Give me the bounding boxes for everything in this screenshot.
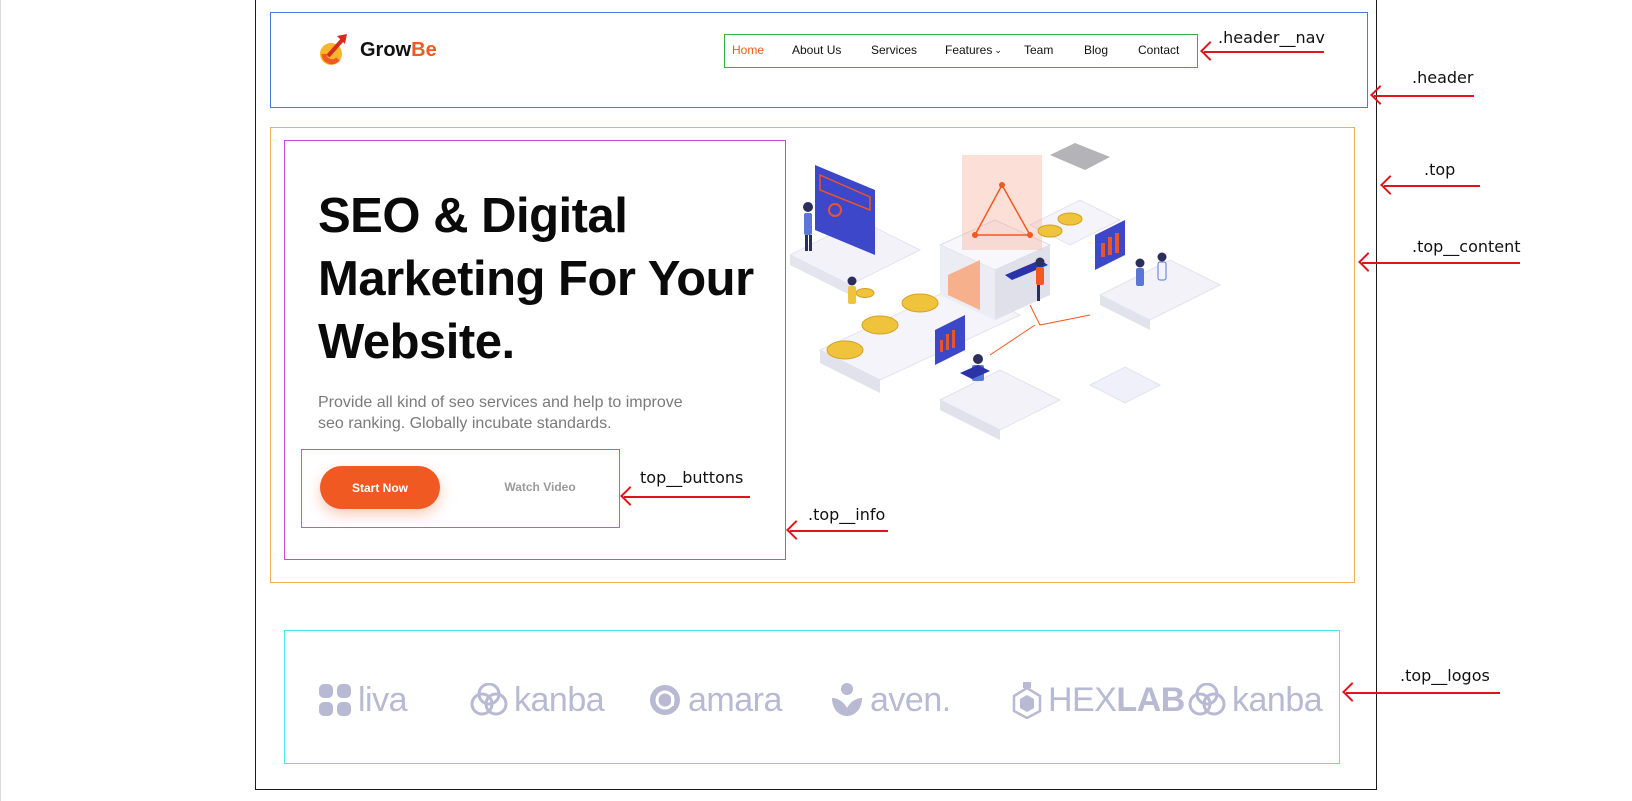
annotation-arrow-top-info	[790, 530, 888, 532]
partner-name: kanba	[1232, 680, 1323, 719]
annotation-top-buttons: top__buttons	[640, 468, 744, 487]
hexlab-logo-icon	[1012, 682, 1042, 719]
partner-amara: amara	[648, 680, 782, 720]
partner-name: liva	[358, 680, 408, 719]
hero-description-line: seo ranking. Globally incubate standards…	[318, 415, 612, 432]
aven-logo-icon	[832, 683, 862, 716]
hero-title: SEO & Digital Marketing For Your Website…	[318, 185, 788, 374]
nav-item-features[interactable]: Features ⌄	[945, 43, 1002, 57]
partner-name: amara	[688, 680, 782, 719]
hero-illustration	[790, 143, 1222, 440]
partner-kanba-2: kanba	[1188, 680, 1323, 720]
watch-video-button[interactable]: Watch Video	[490, 476, 590, 498]
hero-description-line: Provide all kind of seo services and hel…	[318, 394, 683, 411]
nav-item-features-label: Features	[945, 43, 993, 57]
partner-name: kanba	[514, 680, 605, 719]
hero-title-line: Website.	[318, 315, 515, 369]
annotation-arrow-top-buttons	[624, 496, 750, 498]
liva-logo-icon	[319, 684, 351, 716]
partner-liva: liva	[318, 680, 408, 720]
annotation-arrow-top	[1384, 185, 1480, 187]
hero-description: Provide all kind of seo services and hel…	[318, 392, 738, 434]
nav-item-team[interactable]: Team	[1024, 43, 1053, 57]
nav-item-about-us[interactable]: About Us	[792, 43, 841, 57]
kanba-logo-icon	[1188, 683, 1226, 716]
hero-title-line: Marketing For Your	[318, 252, 754, 306]
annotation-arrow-top-content	[1362, 262, 1520, 264]
nav-item-blog[interactable]: Blog	[1084, 43, 1108, 57]
partner-aven: aven.	[830, 680, 951, 720]
annotation-top-info: .top__info	[808, 505, 886, 524]
annotation-top-logos: .top__logos	[1400, 666, 1490, 685]
start-now-button[interactable]: Start Now	[320, 466, 440, 509]
brand-logo[interactable]: GrowBe	[318, 32, 437, 68]
partner-name: HEXLAB	[1048, 681, 1185, 720]
partner-name-first: HEX	[1048, 680, 1117, 719]
amara-logo-icon	[650, 685, 680, 715]
page-edge-line	[0, 0, 1, 801]
nav-item-contact[interactable]: Contact	[1138, 43, 1179, 57]
hero-title-line: SEO & Digital	[318, 189, 628, 243]
nav-item-home[interactable]: Home	[732, 43, 764, 57]
partner-hexlab: HEXLAB	[1012, 680, 1185, 720]
kanba-logo-icon	[470, 683, 508, 716]
annotation-header-nav: .header__nav	[1218, 28, 1325, 47]
partner-kanba: kanba	[470, 680, 605, 720]
partner-logos: liva kanba amara aven. HEXLAB kanba	[318, 680, 1328, 720]
annotation-top-content: .top__content	[1412, 237, 1521, 256]
partner-name: aven.	[870, 680, 951, 719]
brand-name: GrowBe	[360, 38, 437, 61]
annotation-top: .top	[1424, 160, 1456, 179]
growbe-logo-icon	[320, 34, 347, 65]
annotation-arrow-top-logos	[1346, 692, 1500, 694]
annotation-header: .header	[1412, 68, 1474, 87]
annotation-arrow-header-nav	[1204, 51, 1324, 53]
header-nav: Home About Us Services Features ⌄ Team Bl…	[725, 35, 1197, 67]
partner-name-suffix: LAB	[1116, 680, 1185, 719]
chevron-down-icon: ⌄	[994, 45, 1002, 55]
annotation-arrow-header	[1374, 95, 1474, 97]
nav-item-services[interactable]: Services	[871, 43, 917, 57]
